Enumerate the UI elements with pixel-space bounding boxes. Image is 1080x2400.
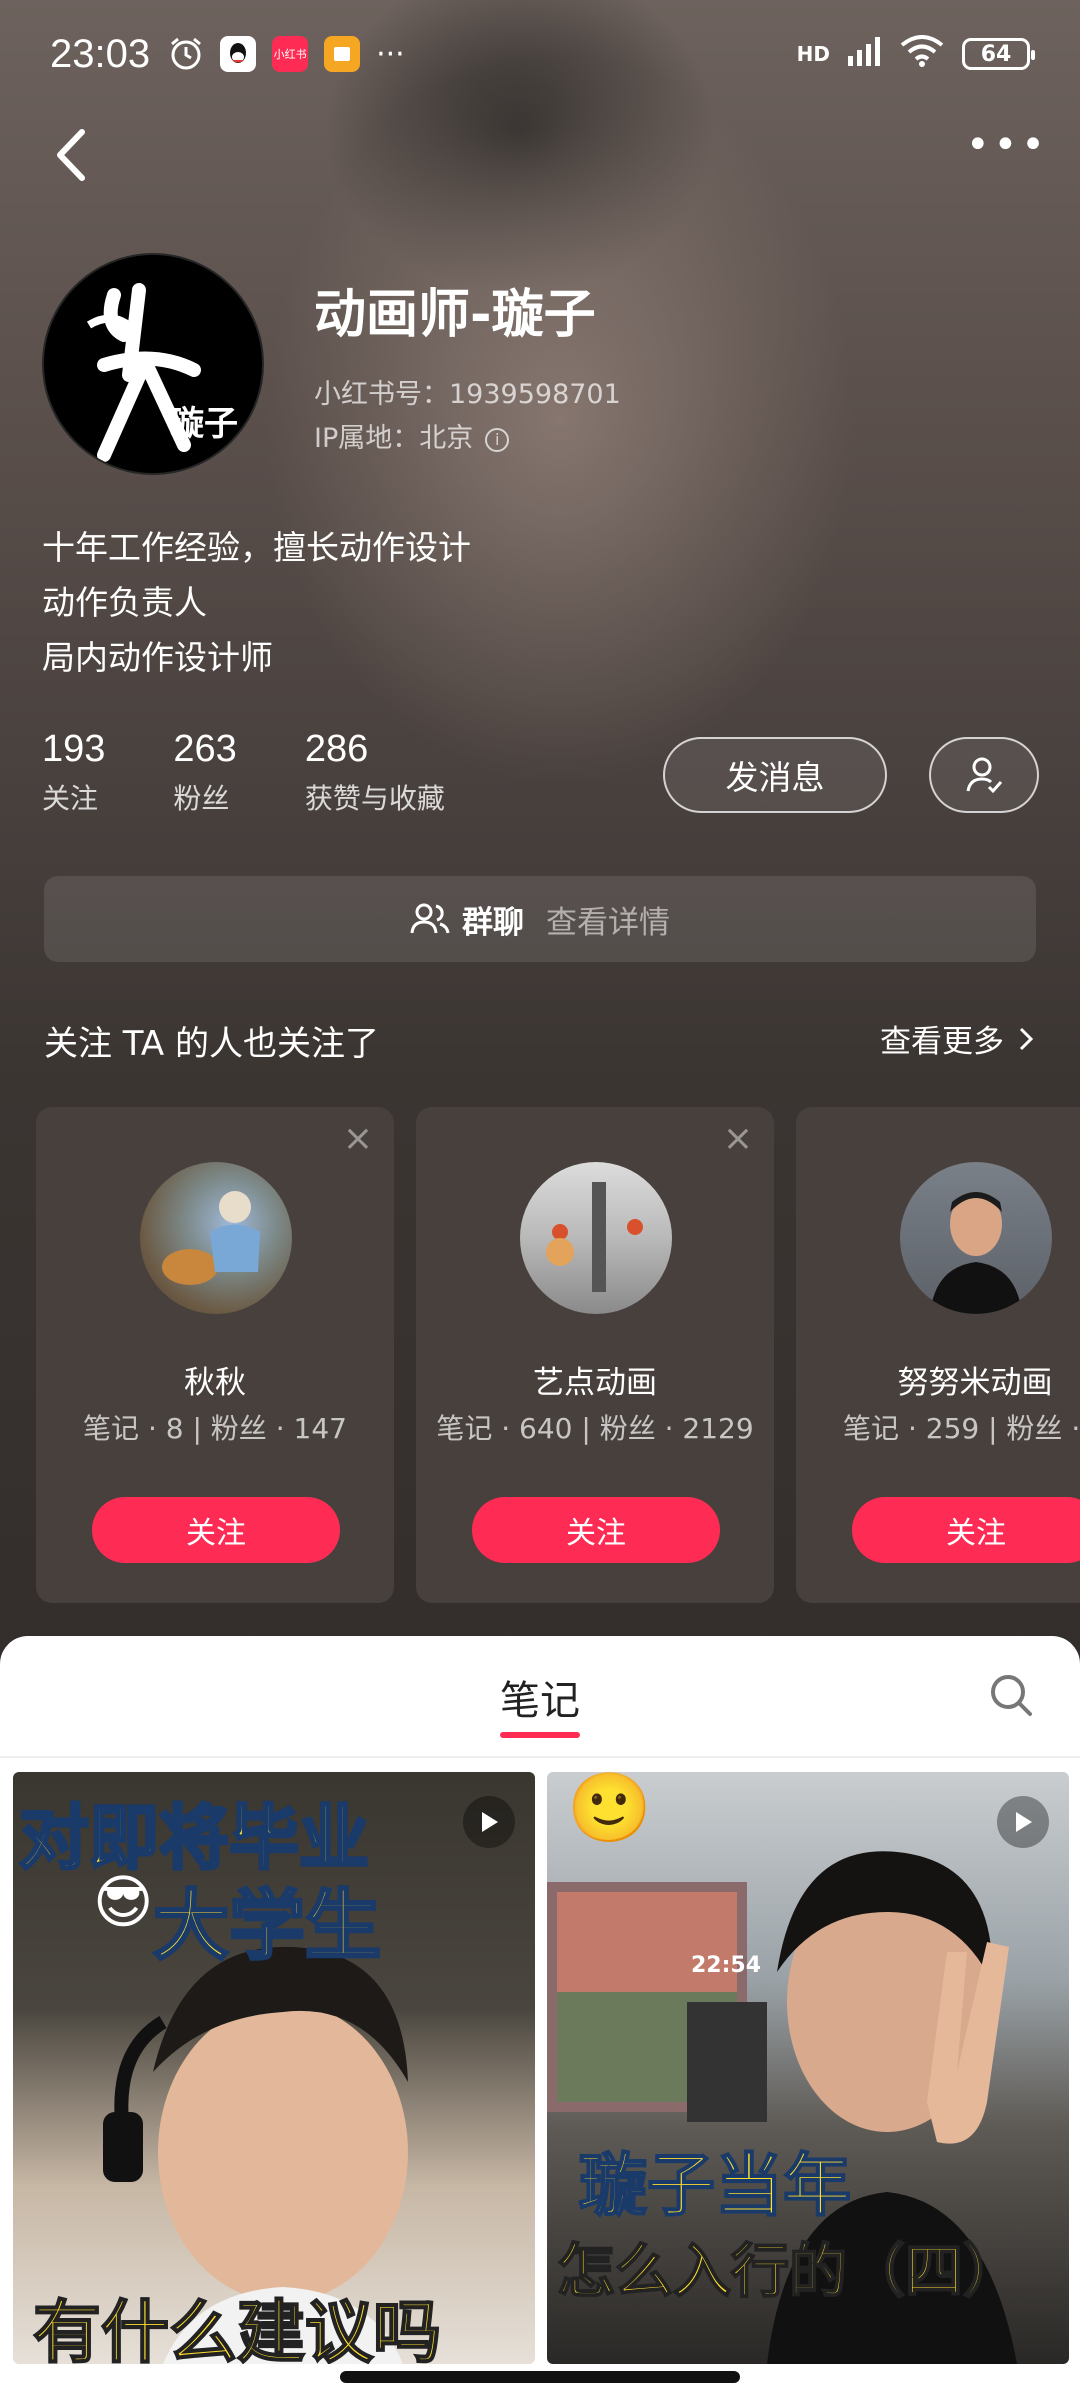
play-icon bbox=[997, 1796, 1049, 1848]
bio: 十年工作经验，擅长动作设计 动作负责人 局内动作设计师 bbox=[42, 520, 471, 685]
card-avatar[interactable] bbox=[140, 1162, 292, 1314]
tab-divider bbox=[0, 1756, 1080, 1758]
close-icon[interactable]: × bbox=[720, 1121, 756, 1157]
note-card[interactable]: 22:54 🙂 璇子当年 怎么入行的（四） bbox=[547, 1772, 1069, 2364]
follow-button[interactable]: 关注 bbox=[472, 1497, 720, 1563]
card-name: 努努米动画 bbox=[897, 1365, 1053, 1401]
bio-line: 局内动作设计师 bbox=[42, 638, 273, 677]
play-icon bbox=[463, 1796, 515, 1848]
stat-number: 286 bbox=[304, 728, 369, 770]
stat-number: 263 bbox=[173, 728, 237, 770]
follow-button[interactable]: 关注 bbox=[92, 1497, 340, 1563]
status-bar: 23:03 小红书 ··· HD 64 bbox=[0, 0, 1080, 108]
home-indicator[interactable] bbox=[340, 2371, 740, 2383]
bio-line: 十年工作经验，擅长动作设计 bbox=[42, 528, 471, 567]
close-icon[interactable]: × bbox=[340, 1121, 376, 1157]
stat-label: 获赞与收藏 bbox=[304, 782, 445, 815]
battery-icon: 64 bbox=[962, 38, 1035, 70]
send-message-button[interactable]: 发消息 bbox=[663, 737, 887, 813]
smile-emoji-icon: 🙂 bbox=[567, 1772, 652, 1848]
more-dots-icon: ··· bbox=[376, 36, 405, 72]
stat-label: 粉丝 bbox=[173, 782, 230, 815]
card-name: 艺点动画 bbox=[533, 1365, 657, 1401]
recommend-card[interactable]: × 秋秋 笔记 · 8 | 粉丝 · 147 关注 bbox=[36, 1107, 394, 1603]
see-more-label: 查看更多 bbox=[880, 1024, 1004, 1060]
notes-sheet: 笔记 对即将毕业 大学生 😎 有什么建议吗 22:54 🙂 璇子当年 怎么入行的… bbox=[0, 1636, 1080, 2400]
status-time: 23:03 bbox=[50, 31, 151, 76]
red-id[interactable]: 小红书号：1939598701 bbox=[314, 372, 621, 411]
tab-notes[interactable]: 笔记 bbox=[0, 1668, 1080, 1726]
stat-number: 193 bbox=[42, 728, 106, 770]
back-button[interactable] bbox=[44, 120, 104, 190]
back-arrow-icon bbox=[57, 129, 85, 181]
note-caption-bottom: 怎么入行的（四） bbox=[556, 2236, 1022, 2306]
wifi-icon bbox=[900, 34, 944, 74]
battery-level: 64 bbox=[980, 41, 1012, 67]
qq-icon bbox=[220, 36, 257, 72]
see-more-link[interactable]: 查看更多 bbox=[880, 1016, 1034, 1061]
followed-status-button[interactable] bbox=[929, 737, 1039, 813]
search-notes-button[interactable] bbox=[986, 1670, 1036, 1720]
card-stats: 笔记 · 640 | 粉丝 · 2129 bbox=[436, 1412, 754, 1445]
nickname: 动画师-璇子 bbox=[314, 285, 596, 345]
info-icon[interactable]: i bbox=[485, 427, 510, 452]
tab-active-indicator bbox=[500, 1732, 580, 1738]
recommend-card[interactable]: × 艺点动画 笔记 · 640 | 粉丝 · 2129 关注 bbox=[416, 1107, 774, 1603]
note-caption-top: 璇子当年 bbox=[578, 2146, 852, 2227]
recommend-cards[interactable]: × 秋秋 笔记 · 8 | 粉丝 · 147 关注 × 艺点动画 笔记 · 64… bbox=[36, 1107, 1080, 1603]
screen-clock: 22:54 bbox=[691, 1953, 762, 1978]
sunglasses-emoji-icon: 😎 bbox=[93, 1868, 154, 1936]
avatar-label: 璇子 bbox=[170, 404, 238, 444]
stat-label: 关注 bbox=[42, 782, 99, 815]
follow-button[interactable]: 关注 bbox=[852, 1497, 1080, 1563]
card-stats: 笔记 · 8 | 粉丝 · 147 bbox=[83, 1412, 347, 1445]
signal-icon bbox=[848, 36, 882, 73]
bio-line: 动作负责人 bbox=[42, 583, 207, 622]
stat-likes[interactable]: 286 获赞与收藏 bbox=[305, 728, 445, 817]
note-caption-mid: 大学生 bbox=[152, 1880, 383, 1972]
recommend-title: 关注 TA 的人也关注了 bbox=[44, 1024, 380, 1064]
chevron-right-icon bbox=[1019, 1027, 1034, 1050]
network-type: HD bbox=[796, 42, 830, 66]
card-name: 秋秋 bbox=[184, 1365, 246, 1401]
search-icon bbox=[991, 1675, 1032, 1716]
ip-location: IP属地：北京 i bbox=[314, 416, 510, 455]
user-check-icon bbox=[966, 757, 1003, 794]
card-avatar[interactable] bbox=[900, 1162, 1052, 1314]
alarm-icon bbox=[168, 36, 204, 72]
group-chat-detail: 查看详情 bbox=[546, 904, 670, 941]
ip-location-text: IP属地：北京 bbox=[314, 423, 474, 454]
card-stats: 笔记 · 259 | 粉丝 · 7 bbox=[843, 1412, 1080, 1445]
more-options-button[interactable]: ••• bbox=[966, 125, 1045, 170]
avatar[interactable]: 璇子 bbox=[42, 253, 264, 475]
stat-followers[interactable]: 263 粉丝 bbox=[173, 728, 236, 817]
recommend-card[interactable]: 努努米动画 笔记 · 259 | 粉丝 · 7 关注 bbox=[796, 1107, 1080, 1603]
group-chat-label: 群聊 bbox=[462, 904, 524, 941]
group-chat-entry[interactable]: 群聊 查看详情 bbox=[44, 876, 1036, 962]
profile-stats: 193 关注 263 粉丝 286 获赞与收藏 bbox=[42, 728, 513, 817]
stat-following[interactable]: 193 关注 bbox=[42, 728, 105, 817]
note-caption-bottom: 有什么建议吗 bbox=[32, 2293, 442, 2364]
gallery-icon bbox=[324, 36, 361, 72]
group-icon bbox=[410, 903, 450, 934]
xiaohongshu-icon: 小红书 bbox=[272, 36, 309, 72]
note-card[interactable]: 对即将毕业 大学生 😎 有什么建议吗 bbox=[13, 1772, 535, 2364]
card-avatar[interactable] bbox=[520, 1162, 672, 1314]
